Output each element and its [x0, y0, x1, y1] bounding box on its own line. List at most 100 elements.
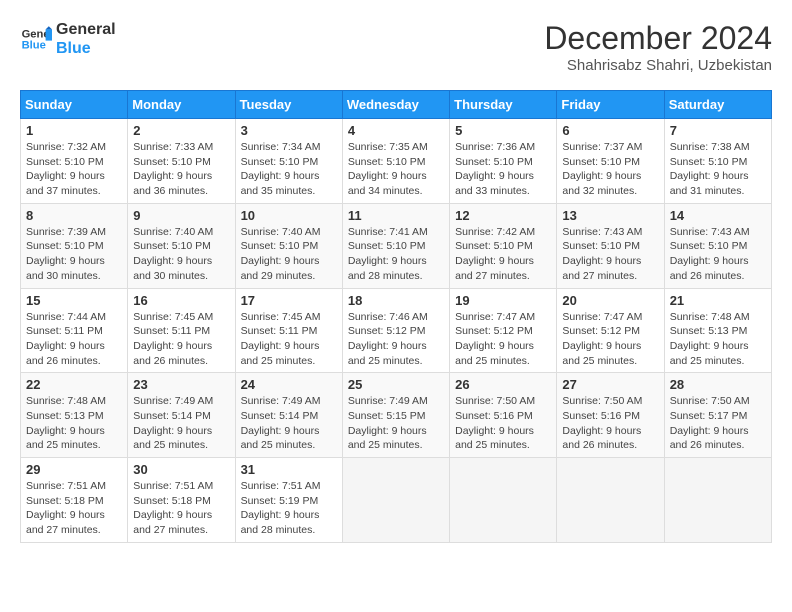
day-info: Sunrise: 7:44 AM Sunset: 5:11 PM Dayligh…	[26, 310, 122, 369]
day-info: Sunrise: 7:48 AM Sunset: 5:13 PM Dayligh…	[670, 310, 766, 369]
logo-blue: Blue	[56, 39, 116, 58]
calendar-cell: 9Sunrise: 7:40 AM Sunset: 5:10 PM Daylig…	[128, 203, 235, 288]
calendar-cell: 17 Sunrise: 7:45 AM Sunset: 5:11 PM Dayli…	[235, 288, 342, 373]
day-info: Sunrise: 7:49 AM Sunset: 5:14 PM Dayligh…	[133, 394, 229, 453]
day-info: Sunrise: 7:35 AM Sunset: 5:10 PM Dayligh…	[348, 140, 444, 199]
calendar-cell: 13 Sunrise: 7:43 AM Sunset: 5:10 PM Dayli…	[557, 203, 664, 288]
day-info: Sunrise: 7:47 AM Sunset: 5:12 PM Dayligh…	[455, 310, 551, 369]
calendar-cell: 1Sunrise: 7:32 AM Sunset: 5:10 PM Daylig…	[21, 119, 128, 204]
calendar-cell: 26 Sunrise: 7:50 AM Sunset: 5:16 PM Dayli…	[450, 373, 557, 458]
day-number: 22	[26, 377, 122, 392]
day-number: 27	[562, 377, 658, 392]
day-info: Sunrise: 7:46 AM Sunset: 5:12 PM Dayligh…	[348, 310, 444, 369]
calendar-cell	[450, 458, 557, 543]
calendar-cell: 27 Sunrise: 7:50 AM Sunset: 5:16 PM Dayli…	[557, 373, 664, 458]
day-number: 25	[348, 377, 444, 392]
calendar-cell: 6 Sunrise: 7:37 AM Sunset: 5:10 PM Daylig…	[557, 119, 664, 204]
day-info: Sunrise: 7:34 AM Sunset: 5:10 PM Dayligh…	[241, 140, 337, 199]
page-header: General Blue General Blue December 2024 …	[20, 20, 772, 74]
calendar-cell: 19 Sunrise: 7:47 AM Sunset: 5:12 PM Dayli…	[450, 288, 557, 373]
day-info: Sunrise: 7:38 AM Sunset: 5:10 PM Dayligh…	[670, 140, 766, 199]
title-block: December 2024 Shahrisabz Shahri, Uzbekis…	[544, 20, 772, 74]
day-number: 13	[562, 208, 658, 223]
day-info: Sunrise: 7:41 AM Sunset: 5:10 PM Dayligh…	[348, 225, 444, 284]
day-info: Sunrise: 7:43 AM Sunset: 5:10 PM Dayligh…	[670, 225, 766, 284]
day-info: Sunrise: 7:40 AM Sunset: 5:10 PM Dayligh…	[241, 225, 337, 284]
col-header-tuesday: Tuesday	[235, 91, 342, 119]
calendar-cell: 16 Sunrise: 7:45 AM Sunset: 5:11 PM Dayli…	[128, 288, 235, 373]
day-info: Sunrise: 7:51 AM Sunset: 5:18 PM Dayligh…	[133, 479, 229, 538]
day-number: 15	[26, 293, 122, 308]
col-header-thursday: Thursday	[450, 91, 557, 119]
calendar-cell: 23 Sunrise: 7:49 AM Sunset: 5:14 PM Dayli…	[128, 373, 235, 458]
day-info: Sunrise: 7:49 AM Sunset: 5:14 PM Dayligh…	[241, 394, 337, 453]
calendar-cell: 28 Sunrise: 7:50 AM Sunset: 5:17 PM Dayli…	[664, 373, 771, 458]
day-number: 3	[241, 123, 337, 138]
week-row-5: 29 Sunrise: 7:51 AM Sunset: 5:18 PM Dayli…	[21, 458, 772, 543]
day-number: 2	[133, 123, 229, 138]
day-number: 19	[455, 293, 551, 308]
day-number: 28	[670, 377, 766, 392]
day-number: 14	[670, 208, 766, 223]
day-number: 12	[455, 208, 551, 223]
col-header-saturday: Saturday	[664, 91, 771, 119]
day-number: 6	[562, 123, 658, 138]
calendar-cell: 3 Sunrise: 7:34 AM Sunset: 5:10 PM Daylig…	[235, 119, 342, 204]
day-info: Sunrise: 7:49 AM Sunset: 5:15 PM Dayligh…	[348, 394, 444, 453]
day-info: Sunrise: 7:33 AM Sunset: 5:10 PM Dayligh…	[133, 140, 229, 199]
calendar-cell: 5 Sunrise: 7:36 AM Sunset: 5:10 PM Daylig…	[450, 119, 557, 204]
day-number: 10	[241, 208, 337, 223]
calendar-cell: 18 Sunrise: 7:46 AM Sunset: 5:12 PM Dayli…	[342, 288, 449, 373]
month-title: December 2024	[544, 20, 772, 57]
calendar-cell: 10 Sunrise: 7:40 AM Sunset: 5:10 PM Dayli…	[235, 203, 342, 288]
day-number: 23	[133, 377, 229, 392]
day-info: Sunrise: 7:37 AM Sunset: 5:10 PM Dayligh…	[562, 140, 658, 199]
day-number: 26	[455, 377, 551, 392]
calendar-cell: 12 Sunrise: 7:42 AM Sunset: 5:10 PM Dayli…	[450, 203, 557, 288]
day-number: 16	[133, 293, 229, 308]
calendar-cell: 31 Sunrise: 7:51 AM Sunset: 5:19 PM Dayli…	[235, 458, 342, 543]
col-header-friday: Friday	[557, 91, 664, 119]
day-number: 17	[241, 293, 337, 308]
calendar-cell: 2 Sunrise: 7:33 AM Sunset: 5:10 PM Daylig…	[128, 119, 235, 204]
week-row-3: 15 Sunrise: 7:44 AM Sunset: 5:11 PM Dayli…	[21, 288, 772, 373]
day-info: Sunrise: 7:43 AM Sunset: 5:10 PM Dayligh…	[562, 225, 658, 284]
calendar-cell: 21Sunrise: 7:48 AM Sunset: 5:13 PM Dayli…	[664, 288, 771, 373]
day-info: Sunrise: 7:50 AM Sunset: 5:16 PM Dayligh…	[455, 394, 551, 453]
col-header-wednesday: Wednesday	[342, 91, 449, 119]
day-number: 20	[562, 293, 658, 308]
calendar-cell: 14 Sunrise: 7:43 AM Sunset: 5:10 PM Dayli…	[664, 203, 771, 288]
day-number: 29	[26, 462, 122, 477]
day-number: 5	[455, 123, 551, 138]
col-header-sunday: Sunday	[21, 91, 128, 119]
day-info: Sunrise: 7:45 AM Sunset: 5:11 PM Dayligh…	[241, 310, 337, 369]
calendar-cell: 22 Sunrise: 7:48 AM Sunset: 5:13 PM Dayli…	[21, 373, 128, 458]
day-info: Sunrise: 7:39 AM Sunset: 5:10 PM Dayligh…	[26, 225, 122, 284]
logo-icon: General Blue	[20, 23, 52, 55]
logo-general: General	[56, 20, 116, 39]
svg-text:Blue: Blue	[22, 40, 46, 52]
location-subtitle: Shahrisabz Shahri, Uzbekistan	[544, 57, 772, 74]
day-info: Sunrise: 7:51 AM Sunset: 5:19 PM Dayligh…	[241, 479, 337, 538]
calendar-cell: 7 Sunrise: 7:38 AM Sunset: 5:10 PM Daylig…	[664, 119, 771, 204]
logo: General Blue General Blue	[20, 20, 116, 58]
calendar-cell: 11Sunrise: 7:41 AM Sunset: 5:10 PM Dayli…	[342, 203, 449, 288]
calendar-cell: 4 Sunrise: 7:35 AM Sunset: 5:10 PM Daylig…	[342, 119, 449, 204]
week-row-1: 1Sunrise: 7:32 AM Sunset: 5:10 PM Daylig…	[21, 119, 772, 204]
calendar-cell	[342, 458, 449, 543]
day-number: 31	[241, 462, 337, 477]
day-info: Sunrise: 7:32 AM Sunset: 5:10 PM Dayligh…	[26, 140, 122, 199]
day-number: 4	[348, 123, 444, 138]
day-info: Sunrise: 7:36 AM Sunset: 5:10 PM Dayligh…	[455, 140, 551, 199]
day-info: Sunrise: 7:50 AM Sunset: 5:17 PM Dayligh…	[670, 394, 766, 453]
day-info: Sunrise: 7:48 AM Sunset: 5:13 PM Dayligh…	[26, 394, 122, 453]
day-number: 18	[348, 293, 444, 308]
day-number: 7	[670, 123, 766, 138]
day-info: Sunrise: 7:45 AM Sunset: 5:11 PM Dayligh…	[133, 310, 229, 369]
day-info: Sunrise: 7:50 AM Sunset: 5:16 PM Dayligh…	[562, 394, 658, 453]
day-info: Sunrise: 7:47 AM Sunset: 5:12 PM Dayligh…	[562, 310, 658, 369]
day-number: 24	[241, 377, 337, 392]
calendar-cell: 25 Sunrise: 7:49 AM Sunset: 5:15 PM Dayli…	[342, 373, 449, 458]
day-info: Sunrise: 7:42 AM Sunset: 5:10 PM Dayligh…	[455, 225, 551, 284]
day-number: 30	[133, 462, 229, 477]
